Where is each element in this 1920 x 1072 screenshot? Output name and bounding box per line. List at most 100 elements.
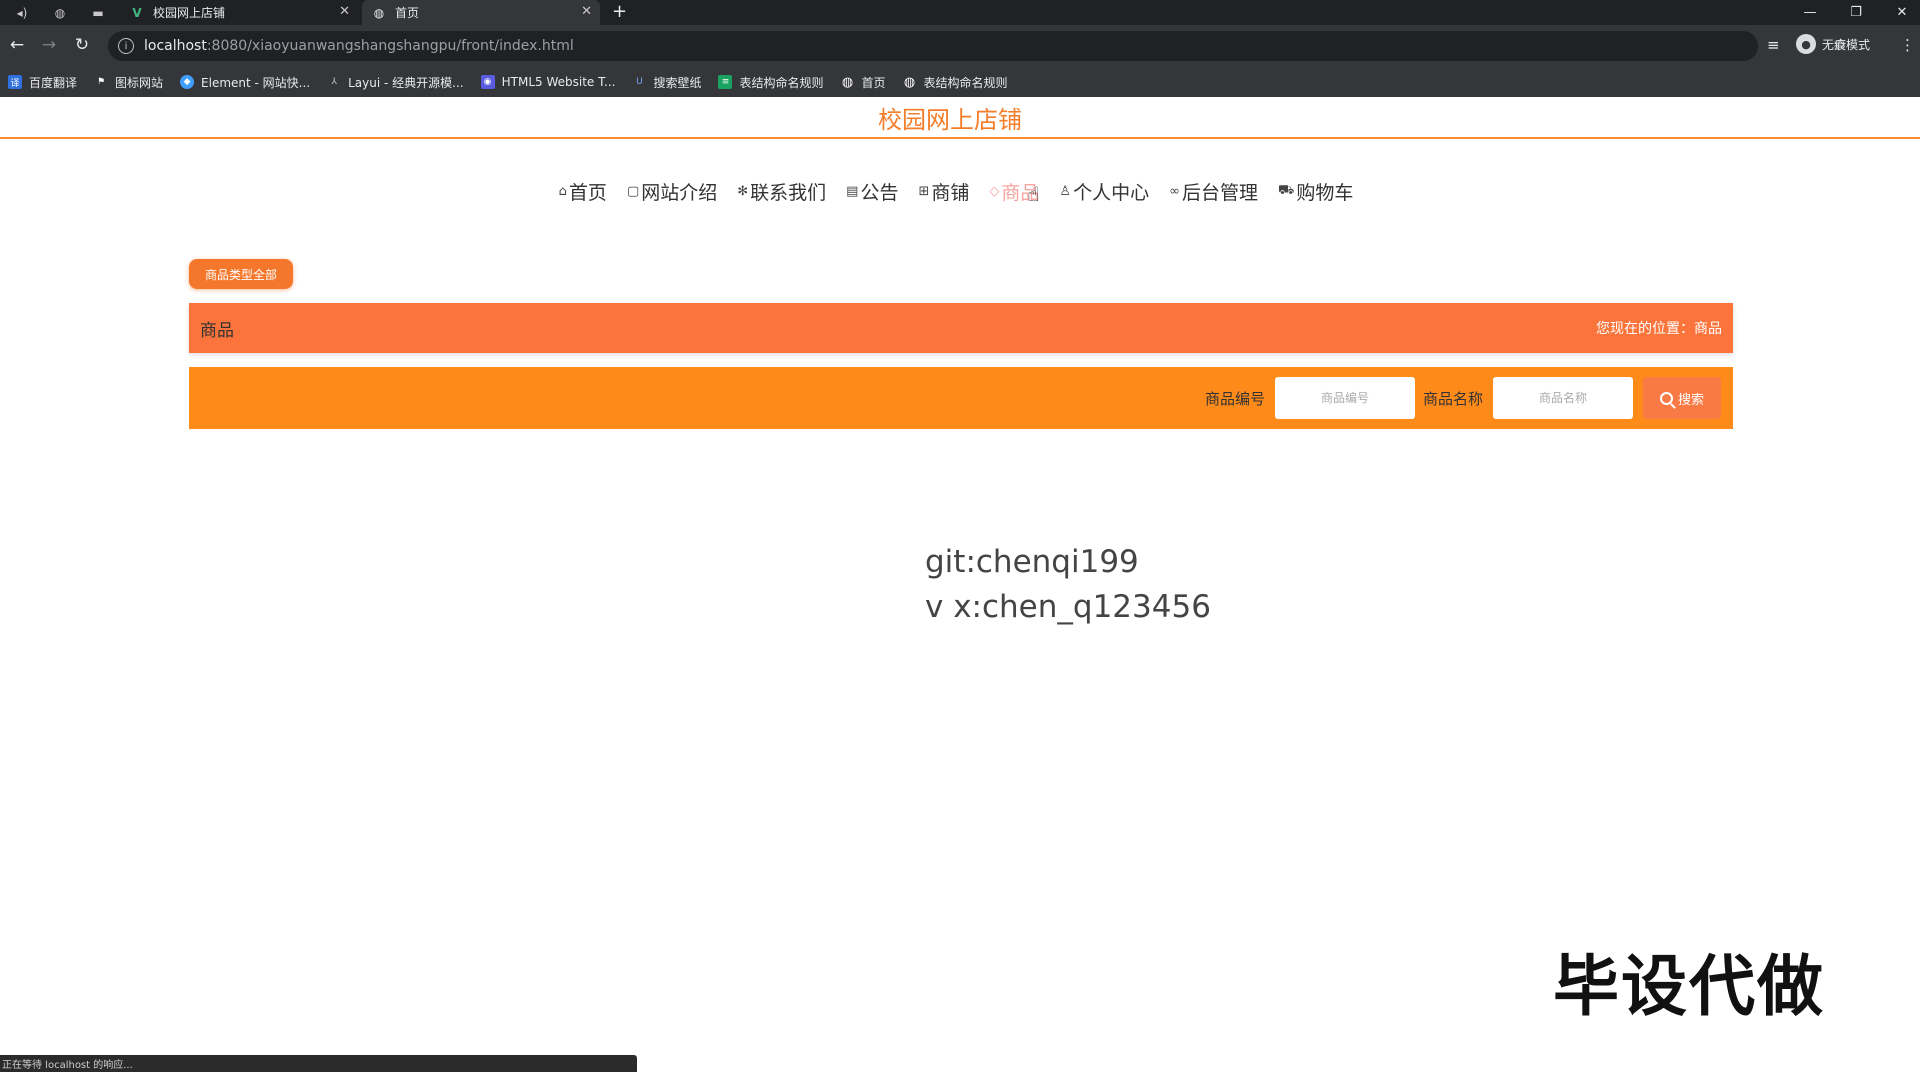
page-title: 商品 — [200, 320, 234, 341]
browser-toolbar: ← → ↻ i localhost :8080/xiaoyuanwangshan… — [0, 25, 1920, 67]
product-name-input[interactable] — [1493, 377, 1633, 419]
overlay-line-git: git:chenqi199 — [925, 544, 1139, 580]
browser-status-bar: 正在等待 localhost 的响应... — [0, 1055, 637, 1072]
product-code-label: 商品编号 — [1204, 389, 1265, 408]
profile-button[interactable]: ● 无痕模式 — [1796, 34, 1870, 54]
nav-item-profile[interactable]: ♙ 个人中心 — [1059, 178, 1149, 205]
page-viewport: 校园网上店铺 ⌂ 首页 ▢ 网站介绍 ✻ 联系我们 ▤ 公告 ⊞ 商铺 ◇ 商品… — [0, 97, 1920, 1072]
nav-item-contact[interactable]: ✻ 联系我们 — [737, 178, 826, 205]
nav-label: 首页 — [568, 181, 607, 204]
bookmark-item[interactable]: ◉ HTML5 Website T... — [480, 75, 616, 89]
back-arrow-icon[interactable]: ← — [6, 34, 28, 56]
bookmark-item[interactable]: ⅄ Layui - 经典开源模... — [327, 74, 463, 91]
bookmark-label: 搜索壁纸 — [653, 75, 702, 90]
pinned-window-icon[interactable]: ▬ — [88, 3, 108, 23]
nav-label: 商铺 — [931, 181, 970, 204]
overlay-text: git:chenqi199 v x:chen_q123456 — [925, 540, 1211, 630]
nav-label: 网站介绍 — [641, 181, 718, 204]
category-all-button[interactable]: 商品类型全部 — [189, 259, 293, 289]
nav-item-shops[interactable]: ⊞ 商铺 — [918, 178, 969, 205]
globe-icon: ◍ — [373, 5, 385, 20]
hand-cursor-icon: ☝ — [1027, 181, 1040, 206]
tab-title: 校园网上店铺 — [153, 6, 226, 20]
bookmark-item[interactable]: ≡ 表结构命名规则 — [718, 74, 823, 91]
main-nav: ⌂ 首页 ▢ 网站介绍 ✻ 联系我们 ▤ 公告 ⊞ 商铺 ◇ 商品 ☝ ♙ 个人… — [0, 161, 1920, 211]
sheet-icon: ≡ — [718, 75, 733, 89]
product-code-input[interactable] — [1274, 377, 1415, 419]
nav-label: 公告 — [860, 181, 899, 204]
minimize-icon[interactable]: — — [1790, 0, 1830, 25]
globe-icon: ◍ — [841, 74, 854, 90]
url-path: :8080/xiaoyuanwangshangshangpu/front/ind… — [206, 38, 574, 54]
menu-kebab-icon[interactable]: ⋮ — [1900, 36, 1915, 54]
vue-icon: V — [132, 5, 142, 20]
close-window-icon[interactable]: ✕ — [1882, 0, 1920, 25]
user-icon: ♙ — [1059, 183, 1072, 199]
address-bar[interactable]: i localhost :8080/xiaoyuanwangshangshang… — [108, 31, 1847, 61]
home-icon: ⌂ — [558, 183, 567, 199]
bookmark-label: 首页 — [861, 75, 886, 90]
nav-label: 购物车 — [1296, 181, 1354, 204]
bookmark-item[interactable]: 译 百度翻译 — [8, 74, 77, 91]
tab-home[interactable]: ◍ 首页 ✕ — [362, 0, 600, 25]
url-host: localhost — [144, 38, 207, 54]
tab-title: 首页 — [395, 6, 420, 20]
bookmark-label: HTML5 Website T... — [501, 75, 616, 89]
restore-icon[interactable]: ❐ — [1836, 0, 1876, 25]
bookmark-item[interactable]: ◆ Element - 网站快... — [180, 74, 310, 91]
nav-item-products[interactable]: ◇ 商品 ☝ — [989, 161, 1050, 210]
bookmark-item[interactable]: ◍ 表结构命名规则 — [903, 74, 1008, 91]
search-bar: 商品编号 商品名称 搜索 — [189, 367, 1733, 429]
bookmark-label: 表结构命名规则 — [739, 75, 824, 90]
reading-list-icon[interactable]: ≡ — [1767, 36, 1780, 54]
nav-label: 后台管理 — [1181, 181, 1258, 204]
html5-icon: ◉ — [480, 75, 495, 89]
link-icon: ∞ — [1169, 183, 1180, 199]
bookmark-item[interactable]: U 搜索壁纸 — [632, 74, 701, 91]
tab-shop[interactable]: V 校园网上店铺 ✕ — [120, 0, 358, 25]
tab-audio-icon[interactable]: ◂) — [12, 3, 32, 23]
nav-item-notice[interactable]: ▤ 公告 — [846, 178, 898, 205]
cart-icon: ⛟ — [1277, 182, 1295, 198]
current-location: 您现在的位置：商品 — [1596, 321, 1722, 337]
bookmark-icon: ▢ — [626, 183, 640, 199]
browser-tab-strip: ◂) ◍ ▬ V 校园网上店铺 ✕ ◍ 首页 ✕ + — ❐ ✕ — [0, 0, 1920, 25]
nav-label: 个人中心 — [1073, 181, 1150, 204]
search-icon — [1659, 391, 1673, 405]
bookmarks-bar: 译 百度翻译 ⚑ 图标网站 ◆ Element - 网站快... ⅄ Layui… — [0, 67, 1920, 97]
forward-arrow-icon[interactable]: → — [38, 34, 60, 56]
wallpaper-icon: U — [636, 77, 643, 87]
translate-icon: 译 — [8, 75, 22, 89]
search-button[interactable]: 搜索 — [1643, 377, 1721, 419]
bookmark-label: 图标网站 — [115, 75, 164, 90]
bookmark-label: 表结构命名规则 — [923, 75, 1008, 90]
bookmark-label: Layui - 经典开源模... — [348, 75, 464, 90]
tag-icon: ◇ — [989, 183, 1000, 199]
incognito-icon: ● — [1796, 34, 1816, 54]
pinned-globe-icon[interactable]: ◍ — [50, 3, 70, 23]
nav-label: 联系我们 — [750, 181, 827, 204]
site-title: 校园网上店铺 — [878, 105, 1022, 134]
bookmark-item[interactable]: ⚑ 图标网站 — [94, 74, 163, 91]
site-header: 校园网上店铺 — [0, 97, 1920, 139]
nav-item-about[interactable]: ▢ 网站介绍 — [627, 178, 717, 205]
product-name-label: 商品名称 — [1422, 389, 1483, 408]
reload-icon[interactable]: ↻ — [71, 34, 93, 56]
bookmark-label: 百度翻译 — [29, 75, 78, 90]
bookmark-item[interactable]: ◍ 首页 — [840, 74, 886, 91]
globe-icon: ◍ — [903, 74, 916, 90]
overlay-line-wechat: v x:chen_q123456 — [925, 589, 1211, 625]
close-tab-icon[interactable]: ✕ — [339, 4, 350, 19]
notice-icon: ▤ — [846, 183, 859, 199]
new-tab-button[interactable]: + — [612, 1, 627, 22]
site-info-icon[interactable]: i — [118, 38, 134, 54]
grid-icon: ⊞ — [918, 183, 930, 199]
element-icon: ◆ — [180, 75, 195, 89]
close-tab-icon[interactable]: ✕ — [581, 4, 592, 19]
gear-icon: ✻ — [737, 183, 749, 199]
nav-item-home[interactable]: ⌂ 首页 — [559, 178, 607, 205]
bookmark-label: Element - 网站快... — [201, 75, 311, 90]
breadcrumb: 商品 您现在的位置：商品 — [189, 303, 1733, 353]
nav-item-cart[interactable]: ⛟ 购物车 — [1278, 178, 1353, 205]
nav-item-admin[interactable]: ∞ 后台管理 — [1169, 178, 1258, 205]
